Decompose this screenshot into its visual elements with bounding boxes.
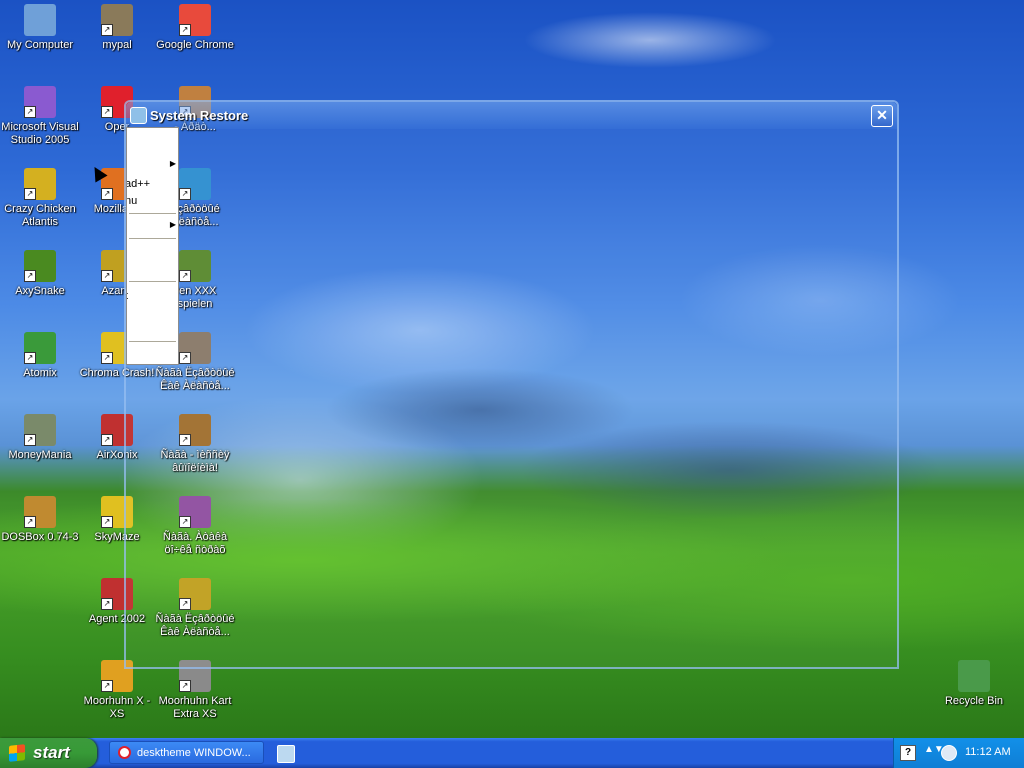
desktop-icon[interactable]: ↗ Atomix [0, 332, 80, 380]
help-icon[interactable]: ? [900, 745, 916, 761]
opera-icon [118, 746, 131, 759]
desktop-icon-label: Moorhuhn Kart Extra XS [158, 695, 232, 720]
desktop-icon[interactable]: ↗ Microsoft Visual Studio 2005 [0, 86, 80, 147]
shortcut-arrow-icon: ↗ [24, 516, 36, 528]
desktop-icon[interactable]: ↗ Moorhuhn Kart Extra XS [155, 660, 235, 721]
shortcut-arrow-icon: ↗ [101, 106, 113, 118]
menu-item-menu[interactable]: nu [127, 193, 178, 209]
close-button[interactable]: ✕ [871, 105, 893, 127]
shortcut-arrow-icon: ↗ [24, 188, 36, 200]
desktop-icon-label: Microsoft Visual Studio 2005 [1, 121, 79, 146]
desktop-icon-label: Crazy Chicken Atlantis [4, 203, 76, 228]
desktop-icon-label: AxySnake [15, 285, 65, 297]
shortcut-arrow-icon: ↗ [101, 434, 113, 446]
dosbox-icon: ↗ [24, 496, 56, 528]
desktop-icon[interactable]: ↗ mypal [77, 4, 157, 52]
desktop-icon-label: mypal [102, 39, 132, 51]
shortcut-arrow-icon: ↗ [179, 680, 191, 692]
taskbar-button-opera[interactable]: desktheme WINDOW... [109, 741, 264, 764]
menu-separator [129, 341, 176, 342]
window-title: System Restore [150, 108, 249, 123]
menu-item-notepad[interactable]: ad++ [127, 176, 178, 192]
shortcut-arrow-icon: ↗ [101, 516, 113, 528]
desktop-icon[interactable]: ↗ AxySnake [0, 250, 80, 298]
recycle-bin-icon [958, 660, 990, 692]
menu-item-t[interactable]: t [127, 288, 178, 304]
context-menu: ▶ ad++ nu ▶ t [126, 127, 179, 365]
desktop-icon-label: MoneyMania [8, 449, 72, 461]
clock[interactable]: 11:12 AM [965, 746, 1011, 758]
menu-separator [129, 281, 176, 282]
windows-logo-icon [9, 744, 25, 762]
chrome-icon: ↗ [179, 4, 211, 36]
desktop-icon-label: Moorhuhn X - XS [83, 695, 151, 720]
computer-icon [24, 4, 56, 36]
shortcut-arrow-icon: ↗ [101, 270, 113, 282]
shortcut-arrow-icon: ↗ [101, 352, 113, 364]
shortcut-arrow-icon: ↗ [24, 270, 36, 282]
submenu-arrow-icon: ▶ [169, 220, 176, 229]
menu-item-submenu-1[interactable]: ▶ [127, 157, 178, 173]
desktop-icon[interactable]: ↗ Google Chrome [155, 4, 235, 52]
shortcut-arrow-icon: ↗ [101, 598, 113, 610]
submenu-arrow-icon: ▶ [169, 159, 176, 168]
shortcut-arrow-icon: ↗ [101, 680, 113, 692]
snake-icon: ↗ [24, 250, 56, 282]
shortcut-arrow-icon: ↗ [101, 188, 113, 200]
shortcut-arrow-icon: ↗ [24, 434, 36, 446]
shortcut-arrow-icon: ↗ [24, 352, 36, 364]
system-restore-icon [130, 107, 147, 124]
desktop-icon-label: Google Chrome [156, 39, 234, 51]
visual-studio-icon: ↗ [24, 86, 56, 118]
shortcut-arrow-icon: ↗ [179, 24, 191, 36]
taskbar: start desktheme WINDOW... ? ▲▼ 11:12 AM [0, 738, 1024, 768]
chicken-icon: ↗ [24, 168, 56, 200]
system-tray: ? ▲▼ 11:12 AM [893, 738, 1024, 768]
start-button[interactable]: start [0, 738, 97, 768]
menu-separator [129, 238, 176, 239]
system-restore-taskbar-icon[interactable] [277, 745, 295, 763]
desktop-icon-label: DOSBox 0.74-3 [1, 531, 79, 543]
desktop-icon[interactable]: My Computer [0, 4, 80, 52]
desktop-icon-label: My Computer [6, 39, 74, 51]
desktop-icon[interactable]: ↗ DOSBox 0.74-3 [0, 496, 80, 544]
desktop-icon-label: Atomix [23, 367, 57, 379]
desktop-icon[interactable]: ↗ Moorhuhn X - XS [77, 660, 157, 721]
desktop-icon[interactable]: Recycle Bin [934, 660, 1014, 708]
shortcut-arrow-icon: ↗ [101, 24, 113, 36]
menu-separator [129, 213, 176, 214]
shortcut-arrow-icon: ↗ [24, 106, 36, 118]
system-restore-window[interactable]: System Restore ✕ [124, 100, 899, 669]
money-icon: ↗ [24, 414, 56, 446]
network-icon[interactable]: ▲▼ [924, 744, 944, 760]
raccoon-icon: ↗ [101, 4, 133, 36]
atom-icon: ↗ [24, 332, 56, 364]
desktop-icon[interactable]: ↗ MoneyMania [0, 414, 80, 462]
system-restore-tray-icon[interactable] [941, 745, 957, 761]
desktop-icon-label: Recycle Bin [944, 695, 1004, 707]
menu-item-submenu-2[interactable]: ▶ [127, 218, 178, 234]
desktop-icon[interactable]: ↗ Crazy Chicken Atlantis [0, 168, 80, 229]
window-titlebar[interactable]: System Restore ✕ [126, 102, 897, 129]
